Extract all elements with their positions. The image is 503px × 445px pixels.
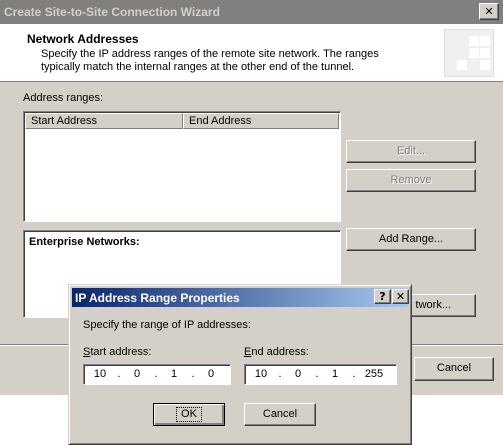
dialog-cancel-button[interactable]: Cancel <box>244 403 316 426</box>
ip-range-dialog: IP Address Range Properties ? ✕ Specify … <box>68 284 412 445</box>
start-octet-3[interactable]: 1 <box>160 368 188 380</box>
dialog-title-bar[interactable]: IP Address Range Properties <box>72 288 408 307</box>
header-title: Network Addresses <box>27 32 139 46</box>
remove-button-label: Remove <box>390 174 432 186</box>
wizard-close-icon[interactable]: ✕ <box>479 3 499 20</box>
edit-button-label: Edit... <box>396 145 426 157</box>
column-header-end-address[interactable]: End Address <box>183 113 339 129</box>
add-range-button-label: Add Range... <box>378 233 444 245</box>
start-address-label-text: tart address: <box>90 346 152 358</box>
end-dot-1: . <box>278 368 282 380</box>
address-ranges-list[interactable]: Start Address End Address <box>23 111 341 222</box>
dialog-cancel-button-label: Cancel <box>262 408 298 420</box>
help-icon[interactable]: ? <box>374 289 391 304</box>
end-octet-3[interactable]: 1 <box>321 368 349 380</box>
header-subtitle: Specify the IP address ranges of the rem… <box>41 48 379 73</box>
ok-button-label: OK <box>176 407 202 422</box>
dialog-close-icon[interactable]: ✕ <box>392 289 409 304</box>
wizard-header: Network Addresses Specify the IP address… <box>0 24 503 82</box>
wizard-cancel-button[interactable]: Cancel <box>414 357 494 381</box>
enterprise-networks-label: Enterprise Networks: <box>29 236 140 248</box>
address-ranges-label: Address ranges: <box>23 92 104 104</box>
remove-button[interactable]: Remove <box>346 169 476 192</box>
dialog-instruction: Specify the range of IP addresses: <box>83 319 251 331</box>
start-dot-1: . <box>117 368 121 380</box>
end-address-input[interactable]: 10 . 0 . 1 . 255 <box>244 364 397 385</box>
edit-button[interactable]: Edit... <box>346 140 476 163</box>
wizard-title: Create Site-to-Site Connection Wizard <box>4 5 220 19</box>
column-header-start-address[interactable]: Start Address <box>25 113 183 129</box>
end-address-label: End address: <box>244 346 309 358</box>
end-dot-2: . <box>315 368 319 380</box>
start-octet-4[interactable]: 0 <box>197 368 225 380</box>
start-address-label: Start address: <box>83 346 152 358</box>
end-octet-1[interactable]: 10 <box>247 368 275 380</box>
wizard-title-bar[interactable]: Create Site-to-Site Connection Wizard <box>0 0 503 24</box>
end-octet-2[interactable]: 0 <box>284 368 312 380</box>
start-address-input[interactable]: 10 . 0 . 1 . 0 <box>83 364 231 385</box>
end-dot-3: . <box>352 368 356 380</box>
start-octet-1[interactable]: 10 <box>86 368 114 380</box>
end-octet-4[interactable]: 255 <box>360 368 388 380</box>
add-range-button[interactable]: Add Range... <box>346 228 476 251</box>
dialog-title: IP Address Range Properties <box>75 291 240 305</box>
ok-button[interactable]: OK <box>153 403 225 426</box>
start-dot-3: . <box>191 368 195 380</box>
start-dot-2: . <box>154 368 158 380</box>
start-octet-2[interactable]: 0 <box>123 368 151 380</box>
add-network-button-label: twork... <box>415 299 451 311</box>
wizard-cancel-button-label: Cancel <box>436 362 472 374</box>
end-address-label-text: nd address: <box>251 346 309 358</box>
wizard-banner-icon <box>444 29 494 77</box>
